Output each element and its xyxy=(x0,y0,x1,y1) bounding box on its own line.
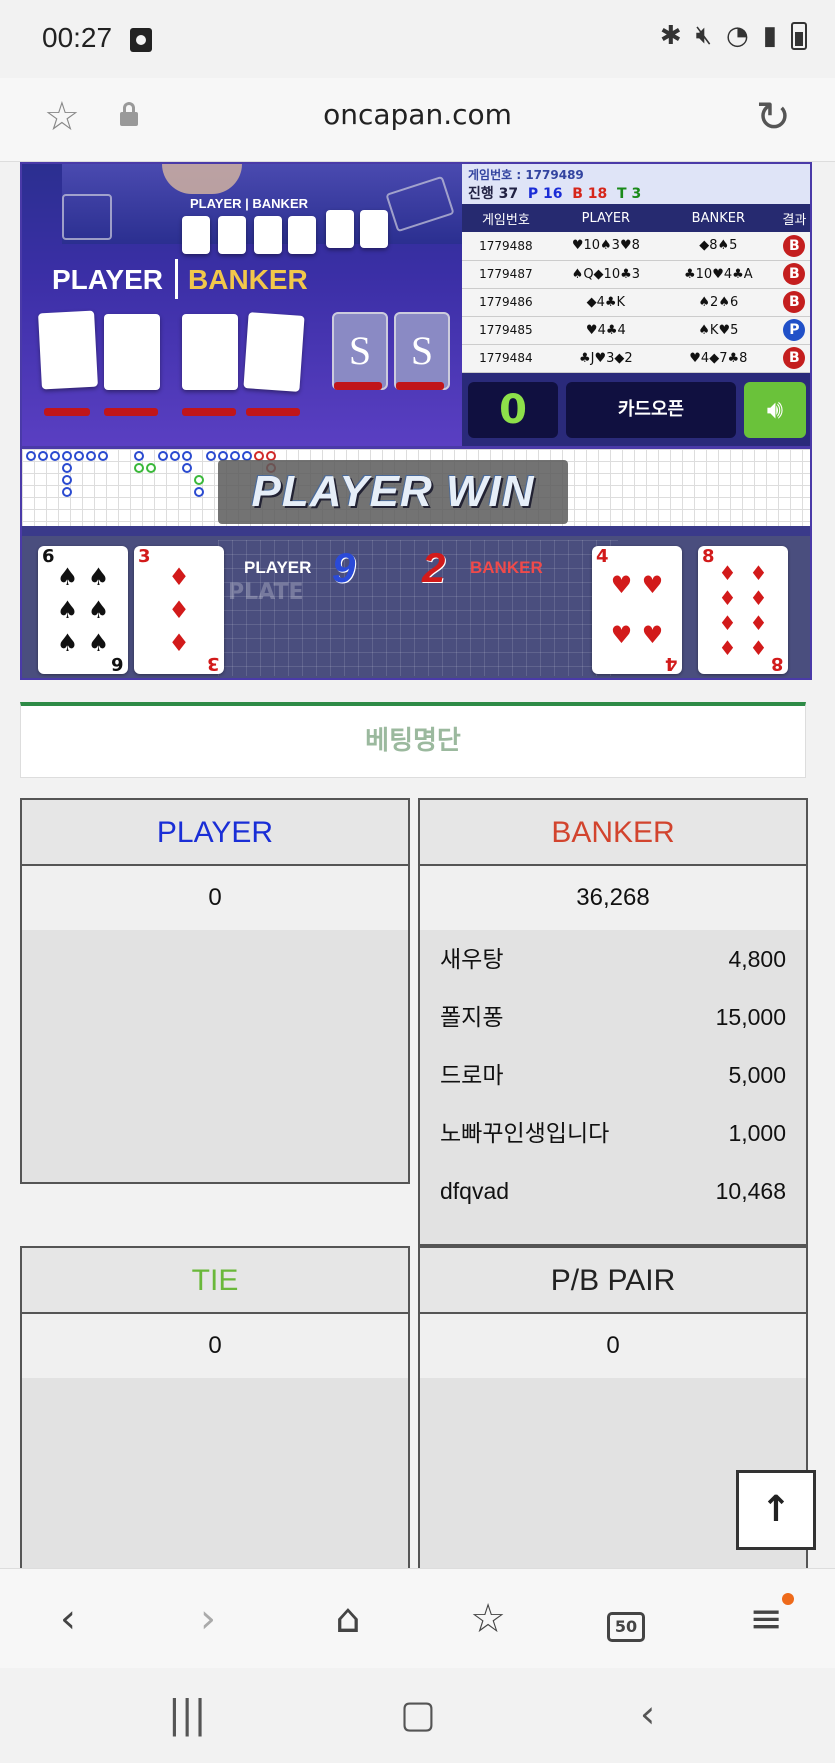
banker-card-2: 8 ♦ ♦ ♦ ♦ ♦ ♦ ♦ ♦ 8 xyxy=(698,546,788,674)
speaker-icon: 🔊︎ xyxy=(766,395,784,425)
result-badge: B xyxy=(783,234,806,257)
player-win-banner: PLAYER WIN xyxy=(218,460,568,524)
chevron-right-icon: › xyxy=(200,1596,216,1642)
score-panel: 게임번호 : 1779489 진행 37 P 16 B 18 T 3 게임번호 … xyxy=(462,164,810,446)
system-navigation-bar: ||| ▢ ‹ xyxy=(0,1668,835,1763)
col-result: 결과 xyxy=(774,204,810,232)
mute-icon: 🔇︎ xyxy=(695,20,712,50)
banker-bet-box: BANKER 36,268 새우탕 4,800 폴지퐁 15,000 드로마 5,00… xyxy=(418,798,808,1246)
card-shoe-left: S xyxy=(332,312,388,390)
score-controls: 0 카드오픈 🔊︎ xyxy=(462,376,810,444)
table-row: 1779488 ♥10♠3♥8 ◆8♠5 B xyxy=(462,232,810,261)
video-player-label: PLAYER xyxy=(52,264,164,295)
scroll-to-top-button[interactable]: ↑ xyxy=(736,1470,816,1550)
pair-bet-total: 0 xyxy=(420,1314,806,1378)
banker-bet-title: BANKER xyxy=(420,800,806,866)
player-card-2: 3 ♦ ♦ ♦ 3 xyxy=(134,546,224,674)
countdown-display: 0 xyxy=(468,382,558,438)
diamond-icon: ♦ ♦ ♦ ♦ ♦ ♦ ♦ ♦ xyxy=(718,560,768,660)
browser-address-bar: ☆ oncapan.com ↻ xyxy=(0,78,835,162)
forward-button[interactable]: › xyxy=(178,1591,238,1647)
reload-icon[interactable]: ↻ xyxy=(756,92,791,141)
result-badge: P xyxy=(783,319,806,341)
list-item: 드로마 5,000 xyxy=(440,1062,786,1088)
col-banker: BANKER xyxy=(661,204,775,232)
game-history-table: 게임번호 PLAYER BANKER 결과 1779488 ♥10♠3♥8 ◆8… xyxy=(462,204,810,373)
tie-bet-box: TIE 0 xyxy=(20,1246,410,1576)
banker-score-label: BANKER xyxy=(470,558,543,577)
player-score: 9 xyxy=(332,544,356,591)
spade-icon: ♠ ♠ ♠ ♠ ♠ ♠ xyxy=(56,562,110,658)
video-banker-label: BANKER xyxy=(188,264,308,295)
battery-icon xyxy=(791,21,807,50)
player-card-1: 6 ♠ ♠ ♠ ♠ ♠ ♠ 6 xyxy=(38,546,128,674)
player-bet-total: 0 xyxy=(22,866,408,930)
banker-win-count: B 18 xyxy=(572,186,608,202)
home-button[interactable]: ⌂ xyxy=(318,1591,378,1647)
recent-apps-button[interactable]: ||| xyxy=(168,1692,206,1736)
hamburger-menu-icon: ≡ xyxy=(749,1596,783,1642)
tie-count: T 3 xyxy=(617,186,642,202)
browser-bottom-toolbar: ‹ › ⌂ ☆ 50 ≡ xyxy=(0,1568,835,1668)
home-icon: ⌂ xyxy=(335,1596,361,1642)
live-video-feed: PLAYER | BANKER PLAYER BANKER S S xyxy=(22,164,462,446)
bookmarks-button[interactable]: ☆ xyxy=(458,1591,518,1647)
wifi-icon: ◔ xyxy=(726,20,749,51)
back-system-button[interactable]: ‹ xyxy=(640,1692,655,1736)
pair-bet-title: P/B PAIR xyxy=(420,1248,806,1314)
banker-card-1: 4 ♥ ♥ ♥ ♥ 4 xyxy=(592,546,682,674)
player-score-label: PLAYER xyxy=(244,558,312,577)
watermark-text: PLATE xyxy=(228,580,304,605)
tabs-button[interactable]: 50 xyxy=(596,1591,656,1647)
back-button[interactable]: ‹ xyxy=(38,1591,98,1647)
status-time: 00:27 xyxy=(42,22,113,53)
list-item: 새우탕 4,800 xyxy=(440,946,786,972)
banker-bet-total: 36,268 xyxy=(420,866,806,930)
tie-bet-total: 0 xyxy=(22,1314,408,1378)
card-open-button[interactable]: 카드오픈 xyxy=(566,382,736,438)
player-bet-title: PLAYER xyxy=(22,800,408,866)
result-badge: B xyxy=(783,263,806,285)
list-item: dfqvad 10,468 xyxy=(440,1178,786,1204)
notification-dot xyxy=(782,1593,794,1605)
diamond-icon: ♦ ♦ ♦ xyxy=(168,562,190,658)
table-row: 1779484 ♣J♥3◆2 ♥4◆7♣8 B xyxy=(462,344,810,373)
bookmarks-star-icon: ☆ xyxy=(470,1596,506,1642)
col-game-number: 게임번호 xyxy=(462,204,550,232)
list-item: 폴지퐁 15,000 xyxy=(440,1004,786,1030)
result-strip: PLATE 6 ♠ ♠ ♠ ♠ ♠ ♠ 6 3 ♦ ♦ ♦ 3 PLAYER 9 2 BANK… xyxy=(22,536,810,678)
table-row: 1779487 ♠Q◆10♣3 ♣10♥4♣A B xyxy=(462,260,810,289)
table-row: 1779485 ♥4♣4 ♠K♥5 P xyxy=(462,316,810,345)
player-win-count: P 16 xyxy=(527,186,563,202)
tabs-count-icon: 50 xyxy=(607,1612,645,1642)
home-system-button[interactable]: ▢ xyxy=(400,1692,436,1736)
betting-list-header: 베팅명단 xyxy=(20,702,806,778)
arrow-up-icon: ↑ xyxy=(760,1489,792,1530)
result-badge: B xyxy=(783,347,806,369)
signal-icon: ▮ xyxy=(762,20,777,51)
bluetooth-icon: ✱ xyxy=(659,20,682,51)
heart-icon: ♥ ♥ ♥ ♥ xyxy=(610,571,664,649)
col-player: PLAYER xyxy=(549,204,662,232)
player-bet-box: PLAYER 0 xyxy=(20,798,410,1184)
baccarat-game-area: PLAYER | BANKER PLAYER BANKER S S 게임번호 :… xyxy=(20,162,812,680)
chevron-left-icon: ‹ xyxy=(60,1596,76,1642)
status-bar: 00:27 ✱ 🔇︎ ◔ ▮ xyxy=(0,0,835,78)
notification-app-icon xyxy=(130,28,152,52)
banker-score: 2 xyxy=(422,544,446,591)
sound-toggle-button[interactable]: 🔊︎ xyxy=(744,382,806,438)
table-row: 1779486 ◆4♣K ♠2♠6 B xyxy=(462,288,810,317)
current-game-number: 게임번호 : 1779489 xyxy=(468,168,584,182)
card-shoe-right: S xyxy=(394,312,450,390)
result-badge: B xyxy=(783,291,806,313)
tie-bet-title: TIE xyxy=(22,1248,408,1314)
progress-count: 진행 37 xyxy=(468,186,519,202)
url-text[interactable]: oncapan.com xyxy=(0,98,835,131)
list-item: 노빠꾸인생입니다 1,000 xyxy=(440,1120,786,1146)
menu-button[interactable]: ≡ xyxy=(736,1591,796,1647)
status-icons: ✱ 🔇︎ ◔ ▮ xyxy=(660,20,807,51)
score-header: 게임번호 : 1779489 진행 37 P 16 B 18 T 3 xyxy=(462,164,810,204)
